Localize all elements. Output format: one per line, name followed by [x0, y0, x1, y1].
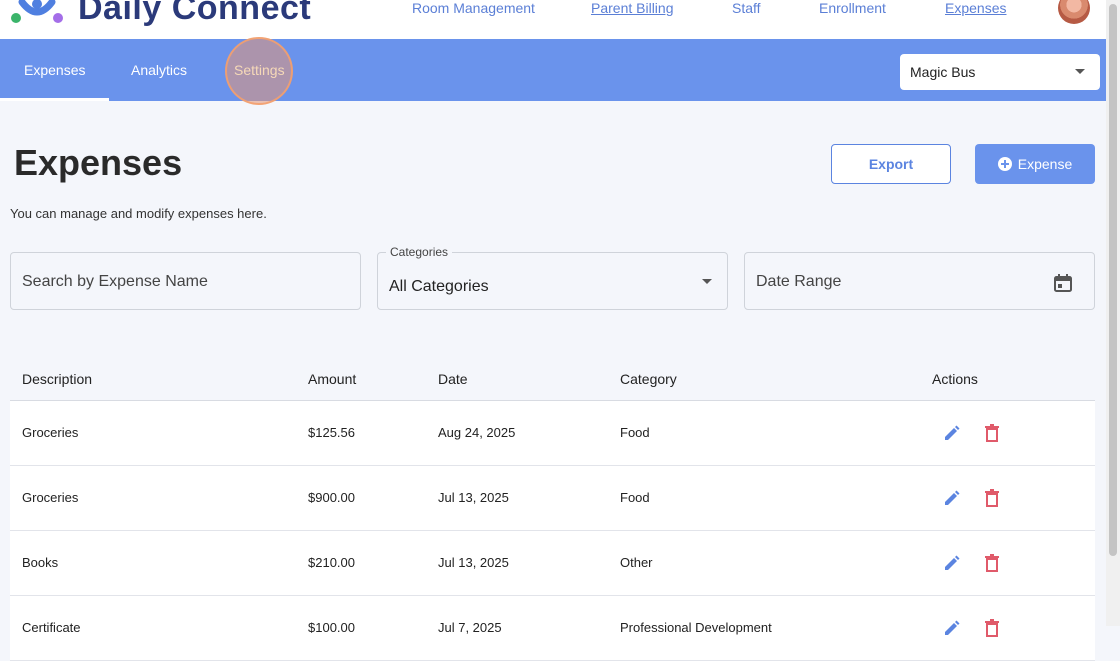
cell-amount: $210.00 [308, 555, 355, 570]
edit-icon[interactable] [944, 490, 960, 506]
trash-icon[interactable] [985, 489, 999, 507]
cell-date: Aug 24, 2025 [438, 425, 516, 440]
header-description[interactable]: Description [22, 371, 92, 387]
cell-category: Other [620, 555, 653, 570]
categories-value: All Categories [389, 278, 489, 295]
nav-parent-billing[interactable]: Parent Billing [591, 0, 674, 18]
categories-label: Categories [386, 245, 453, 259]
table-row: Groceries $900.00 Jul 13, 2025 Food [10, 466, 1095, 531]
app-logo[interactable]: Daily Connect [8, 0, 311, 30]
top-header: Daily Connect Room Management Parent Bil… [0, 0, 1106, 39]
nav-staff[interactable]: Staff [732, 0, 761, 18]
cell-amount: $125.56 [308, 425, 355, 440]
cell-description: Books [22, 555, 59, 570]
categories-select[interactable]: Categories All Categories [377, 245, 728, 310]
page-subtitle: You can manage and modify expenses here. [10, 206, 267, 221]
add-expense-label: Expense [1017, 156, 1073, 172]
cell-amount: $900.00 [308, 490, 355, 505]
header-date[interactable]: Date [438, 371, 468, 387]
add-expense-button[interactable]: Expense [975, 144, 1095, 184]
chevron-down-icon [1075, 69, 1085, 74]
cell-date: Jul 13, 2025 [438, 490, 509, 505]
cell-description: Groceries [22, 490, 79, 505]
header-amount[interactable]: Amount [308, 371, 356, 387]
search-input[interactable]: Search by Expense Name [10, 252, 361, 310]
cell-date: Jul 7, 2025 [438, 620, 502, 635]
page-scrollbar[interactable] [1106, 0, 1120, 626]
header-actions: Actions [932, 371, 978, 387]
tab-analytics[interactable]: Analytics [131, 39, 187, 101]
nav-expenses[interactable]: Expenses [945, 0, 1006, 18]
table-header: Description Amount Date Category Actions [10, 360, 1095, 401]
table-row: Books $210.00 Jul 13, 2025 Other [10, 531, 1095, 596]
trash-icon[interactable] [985, 424, 999, 442]
nav-room-management[interactable]: Room Management [412, 0, 535, 18]
app-name: Daily Connect [78, 0, 312, 27]
page-title: Expenses [14, 142, 183, 183]
date-range-input[interactable]: Date Range [744, 252, 1095, 310]
trash-icon[interactable] [985, 619, 999, 637]
cell-category: Food [620, 425, 650, 440]
chevron-down-icon [702, 279, 712, 284]
trash-icon[interactable] [985, 554, 999, 572]
edit-icon[interactable] [944, 555, 960, 571]
search-placeholder: Search by Expense Name [22, 273, 208, 290]
edit-icon[interactable] [944, 425, 960, 441]
edit-icon[interactable] [944, 620, 960, 636]
nav-enrollment[interactable]: Enrollment [819, 0, 886, 18]
plus-circle-icon [997, 157, 1012, 171]
table-row: Certificate $100.00 Jul 7, 2025 Professi… [10, 596, 1095, 661]
user-avatar[interactable] [1058, 0, 1090, 24]
organization-select-value: Magic Bus [910, 64, 976, 80]
cell-description: Certificate [22, 620, 81, 635]
expenses-table: Description Amount Date Category Actions… [10, 360, 1095, 661]
cell-amount: $100.00 [308, 620, 355, 635]
tab-settings[interactable]: Settings [234, 39, 285, 101]
header-category[interactable]: Category [620, 371, 677, 387]
tab-expenses[interactable]: Expenses [0, 39, 111, 101]
calendar-icon[interactable] [1054, 274, 1072, 292]
logo-people-icon [11, 0, 63, 23]
cell-date: Jul 13, 2025 [438, 555, 509, 570]
cell-category: Professional Development [620, 620, 772, 635]
organization-select[interactable]: Magic Bus [900, 54, 1100, 90]
date-range-placeholder: Date Range [756, 273, 842, 290]
table-row: Groceries $125.56 Aug 24, 2025 Food [10, 401, 1095, 466]
scrollbar-thumb[interactable] [1109, 4, 1117, 556]
export-button[interactable]: Export [831, 144, 951, 184]
cell-category: Food [620, 490, 650, 505]
cell-description: Groceries [22, 425, 79, 440]
